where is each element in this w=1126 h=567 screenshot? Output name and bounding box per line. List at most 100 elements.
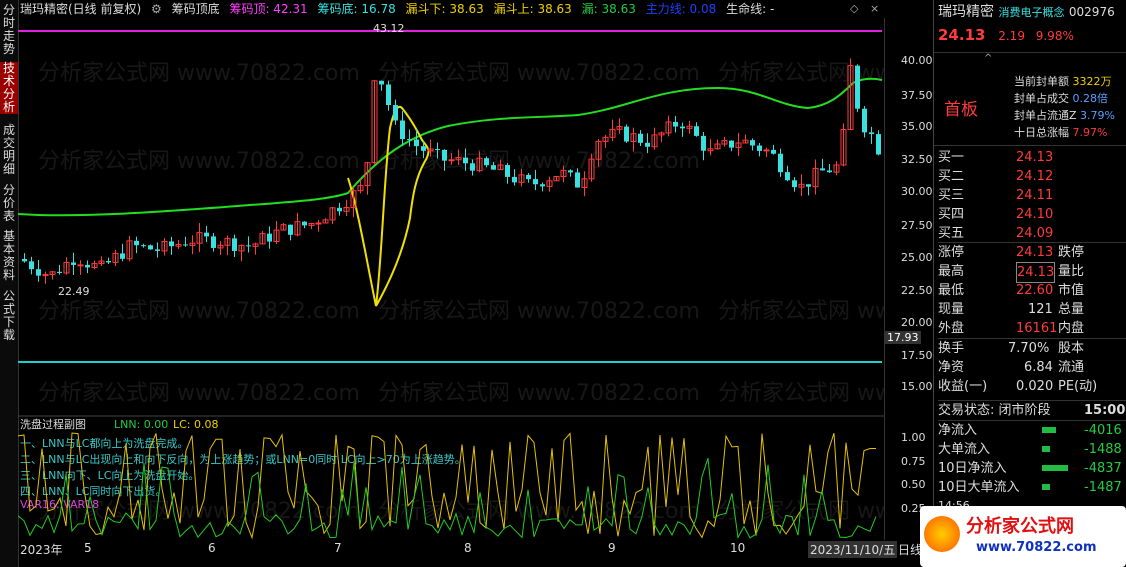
funnel-up-label: 漏斗上: 38.63 bbox=[493, 2, 572, 16]
site-logo: 分析家公式网 www.70822.com bbox=[920, 506, 1126, 567]
logo-icon bbox=[924, 516, 960, 552]
high-annotation: 43.12 bbox=[373, 22, 405, 35]
candle-body bbox=[694, 126, 699, 136]
candle-body bbox=[421, 146, 426, 151]
price-axis: 40.00 37.50 35.00 32.50 30.00 27.50 25.0… bbox=[884, 18, 933, 540]
price-tick: 32.50 bbox=[901, 153, 933, 166]
indicator-settings-icon[interactable]: ⚙ bbox=[151, 2, 162, 16]
candle-body bbox=[701, 135, 706, 151]
candle-body bbox=[435, 149, 440, 151]
limit-up-badge: 首板 bbox=[944, 100, 978, 120]
watermark-text: 分析家公式网 www.70822.com bbox=[378, 149, 700, 174]
candle-body bbox=[442, 149, 447, 161]
last-price: 24.13 bbox=[938, 26, 986, 44]
concept-tag[interactable]: 消费电子概念 bbox=[998, 6, 1064, 19]
price-change: 2.19 bbox=[998, 29, 1025, 43]
date-axis: 2023年 5 6 7 8 9 10 2023/11/10/五 日线 bbox=[18, 540, 932, 567]
sub-axis-tick: 0.50 bbox=[901, 478, 926, 491]
candle-body bbox=[512, 176, 517, 183]
stats-table: 涨停 24.13 跌停 最高 24.13 量比 最低 22.60 市值 现量 121 总量 外盘… bbox=[938, 242, 1126, 396]
candle-body bbox=[463, 157, 468, 164]
funnel-down-label: 漏斗下: 38.63 bbox=[405, 2, 484, 16]
kline-chart[interactable]: 分析家公式网 www.70822.com 分析家公式网 www.70822.co… bbox=[18, 18, 884, 540]
tab-price-table[interactable]: 分价表 bbox=[0, 184, 18, 223]
candle-body bbox=[302, 221, 307, 226]
price-tick: 25.00 bbox=[901, 251, 933, 264]
candle-body bbox=[29, 261, 34, 270]
candle-body bbox=[624, 126, 629, 142]
stat-row: 外盘 16161 内盘 bbox=[938, 321, 1085, 336]
chip-top-label: 筹码顶: 42.31 bbox=[229, 2, 308, 16]
life-line-label: 生命线: - bbox=[726, 2, 775, 16]
price-row: 24.13 2.19 9.98% bbox=[934, 24, 1126, 46]
candle-body bbox=[400, 120, 405, 140]
candle-body bbox=[806, 184, 811, 187]
date-tick: 6 bbox=[208, 541, 216, 555]
candle-body bbox=[827, 170, 832, 173]
candle-body bbox=[393, 105, 398, 121]
stock-title: 瑞玛精密(日线 前复权) bbox=[20, 2, 142, 16]
trade-status-row: 交易状态: 闭市阶段 15:00: bbox=[938, 400, 1126, 420]
price-tick: 37.50 bbox=[901, 89, 933, 102]
date-tick: 8 bbox=[464, 541, 472, 555]
watermark-text: 分析家公式网 www.70822.com bbox=[38, 381, 360, 406]
candle-body bbox=[505, 165, 510, 177]
collapse-icon[interactable]: ◇ bbox=[850, 2, 858, 15]
flow-row: 10日净流入 -4837 bbox=[938, 461, 1122, 476]
candle-body bbox=[855, 65, 860, 109]
candle-body bbox=[729, 140, 734, 148]
bid-row: 买五 24.09 bbox=[938, 226, 1054, 241]
date-tick: 5 bbox=[84, 541, 92, 555]
price-tick: 35.00 bbox=[901, 120, 933, 133]
watermark-text: 分析家公式网 www.70822.com bbox=[38, 149, 360, 174]
candle-body bbox=[379, 80, 384, 85]
bid-row: 买二 24.12 bbox=[938, 169, 1054, 184]
stat-row: 涨停 24.13 跌停 bbox=[938, 245, 1085, 260]
close-panel-icon[interactable]: × bbox=[870, 2, 879, 15]
bid-row: 买一 24.13 bbox=[938, 150, 1054, 165]
tab-technical[interactable]: 技术分析 bbox=[0, 62, 18, 114]
seal-amount-row: 当前封单额 3322万 bbox=[1014, 75, 1112, 88]
price-tick: 40.00 bbox=[901, 54, 933, 67]
candle-body bbox=[183, 244, 188, 246]
bid-list: 买一 24.13 买二 24.12 买三 24.11 买四 24.10 买五 24.09 bbox=[938, 148, 1126, 243]
note-4: 四、LNN、LC同时向下出货。 bbox=[20, 484, 166, 498]
tab-formula-download[interactable]: 公式下载 bbox=[0, 290, 18, 342]
candle-body bbox=[204, 232, 209, 237]
flow-row: 大单流入 -1488 bbox=[938, 442, 1122, 457]
candle-body bbox=[491, 165, 496, 170]
candle-body bbox=[750, 140, 755, 146]
stock-name: 瑞玛精密 bbox=[938, 4, 994, 20]
candle-body bbox=[862, 108, 867, 133]
tab-intraday[interactable]: 分时走势 bbox=[0, 4, 18, 56]
candle-body bbox=[869, 132, 874, 135]
limit-up-box: ^ 首板 当前封单额 3322万 封单占成交 0.28倍 封单占流通Z 3.79… bbox=[934, 52, 1126, 146]
chip-bottom-label: 筹码底: 16.78 bbox=[317, 2, 396, 16]
flow-row: 净流入 -4016 bbox=[938, 423, 1122, 438]
note-1: 一、LNN与LC都向上为洗盘完成。 bbox=[20, 436, 188, 450]
expand-icon[interactable]: ^ bbox=[984, 53, 992, 64]
candle-body bbox=[232, 238, 237, 251]
main-force-label: 主力线: 0.08 bbox=[645, 2, 717, 16]
tab-trades[interactable]: 成交明细 bbox=[0, 124, 18, 176]
price-tick: 20.00 bbox=[901, 316, 933, 329]
candle-body bbox=[85, 264, 90, 268]
indicator-name[interactable]: 筹码顶底 bbox=[172, 2, 220, 16]
candle-body bbox=[267, 233, 272, 242]
stat-row: 现量 121 总量 bbox=[938, 302, 1085, 317]
candle-body bbox=[407, 139, 412, 141]
watermark-text: 分析家公式网 www.70822.com bbox=[718, 381, 884, 406]
lnn-label: LNN: 0.00 bbox=[114, 418, 168, 431]
candle-body bbox=[120, 253, 125, 259]
candle-body bbox=[134, 240, 139, 246]
stock-code: 002976 bbox=[1068, 5, 1115, 19]
ten-day-row: 十日总涨幅 7.97% bbox=[1014, 126, 1108, 139]
indicator-header: 瑞玛精密(日线 前复权) ⚙ 筹码顶底 筹码顶: 42.31 筹码底: 16.7… bbox=[20, 0, 886, 18]
candle-body bbox=[77, 264, 84, 267]
candle-body bbox=[414, 139, 419, 147]
trade-status: 交易状态: 闭市阶段 bbox=[938, 403, 1051, 418]
period-label[interactable]: 日线 bbox=[898, 541, 922, 558]
tab-profile[interactable]: 基本资料 bbox=[0, 230, 18, 282]
stat-row: 换手 7.70% 股本 bbox=[938, 338, 1126, 358]
date-cursor: 2023/11/10/五 bbox=[808, 541, 898, 558]
